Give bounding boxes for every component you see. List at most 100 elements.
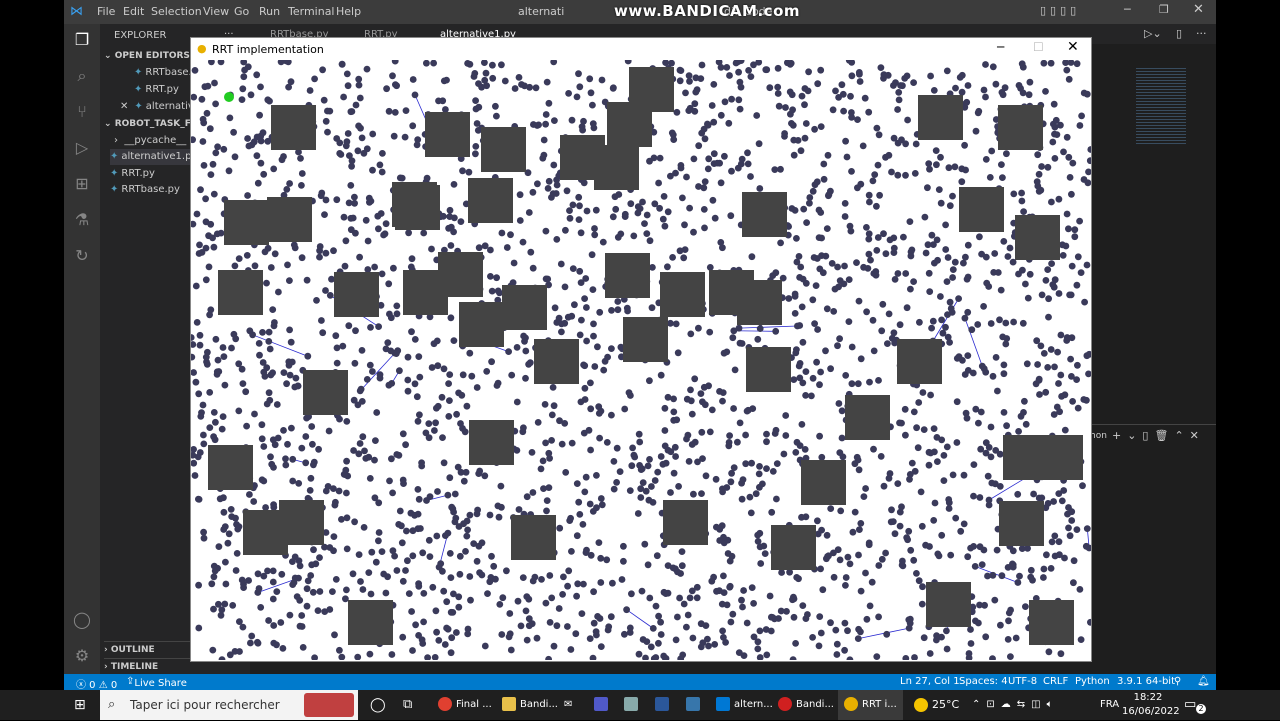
split-editor-icon[interactable]: ▯ xyxy=(1176,27,1182,40)
taskbar-app-vscode[interactable]: altern... xyxy=(716,690,773,720)
window-title-left: alternati xyxy=(518,5,565,18)
cortana-icon[interactable]: ◯ xyxy=(370,690,386,720)
python-file-icon: ✦ xyxy=(134,84,143,95)
obstacle xyxy=(926,582,971,627)
obstacle xyxy=(224,200,269,245)
rrt-window-title: RRT implementation xyxy=(212,43,324,56)
obstacle xyxy=(1029,600,1074,645)
taskbar-app-bandicam[interactable]: Bandi... xyxy=(778,690,834,720)
python-file-icon: ✦ xyxy=(134,101,143,112)
open-editors-label: OPEN EDITORS xyxy=(114,51,190,61)
testing-icon[interactable]: ⚗ xyxy=(72,210,92,230)
obstacle xyxy=(959,187,1004,232)
folder-label: __pycache__ xyxy=(124,135,187,146)
file-label: alternative1.py xyxy=(121,151,198,162)
menu-go[interactable]: Go xyxy=(234,5,249,18)
explorer-icon[interactable]: ❐ xyxy=(72,30,92,50)
extensions-icon[interactable]: ⊞ xyxy=(72,174,92,194)
obstacle xyxy=(481,127,526,172)
editor-minimap-area xyxy=(1088,44,1216,424)
indentation-status[interactable]: Spaces: 4 xyxy=(959,676,1008,687)
rrt-plot xyxy=(191,60,1091,660)
sun-icon xyxy=(914,698,928,712)
rrt-close-icon[interactable]: ✕ xyxy=(1067,39,1079,55)
system-tray-icons[interactable]: ⌃⊡☁⇆◫🔈︎ xyxy=(972,690,1059,720)
weather-icon[interactable]: 25°C xyxy=(914,690,959,720)
obstacle xyxy=(459,302,504,347)
encoding-status[interactable]: UTF-8 xyxy=(1008,676,1037,687)
language-status[interactable]: Python xyxy=(1075,676,1110,687)
live-share-icon[interactable]: ↻ xyxy=(72,246,92,266)
teams-icon[interactable] xyxy=(594,690,612,720)
obstacle xyxy=(1038,435,1083,480)
clock-time[interactable]: 18:22 xyxy=(1128,692,1168,703)
more-actions-icon[interactable]: ··· xyxy=(1196,27,1207,40)
obstacle xyxy=(425,112,470,157)
problems-status[interactable]: ⓧ 0 ⚠ 0 xyxy=(76,676,117,691)
taskbar-app-rrt[interactable]: RRT i... xyxy=(838,690,903,720)
eol-status[interactable]: CRLF xyxy=(1043,676,1068,687)
obstacle xyxy=(534,339,579,384)
search-icon[interactable]: ⌕ xyxy=(72,66,92,86)
notifications-icon[interactable]: 🔔︎ xyxy=(1197,676,1210,687)
feedback-icon[interactable]: ⚲ xyxy=(1174,676,1181,687)
python-file-icon: ✦ xyxy=(134,67,143,78)
run-file-icon[interactable]: ▷⌄ xyxy=(1144,27,1162,40)
panel-selector[interactable]: hon xyxy=(1090,431,1107,441)
menu-run[interactable]: Run xyxy=(259,5,280,18)
minimize-icon[interactable]: ─ xyxy=(1124,3,1131,16)
menu-terminal[interactable]: Terminal xyxy=(288,5,335,18)
activity-bar: ❐ ⌕ ⑂ ▷ ⊞ ⚗ ↻ ◯ ⚙ xyxy=(64,24,100,690)
obstacle xyxy=(663,500,708,545)
minimap[interactable] xyxy=(1136,66,1186,144)
drive-icon xyxy=(624,697,638,711)
search-highlight-image xyxy=(304,693,354,717)
menu-view[interactable]: View xyxy=(203,5,229,18)
settings-gear-icon[interactable]: ⚙ xyxy=(72,646,92,666)
obstacle xyxy=(660,272,705,317)
keyboard-language[interactable]: FRA xyxy=(1100,690,1119,720)
restore-icon[interactable]: ❐ xyxy=(1159,3,1169,16)
close-icon[interactable]: ✕ xyxy=(1193,2,1204,17)
file-label: RRT.py xyxy=(121,168,155,179)
rrt-minimize-icon[interactable]: ─ xyxy=(997,40,1004,54)
clock-date[interactable]: 16/06/2022 xyxy=(1122,706,1180,717)
menu-help[interactable]: Help xyxy=(336,5,361,18)
menu-edit[interactable]: Edit xyxy=(123,5,144,18)
windows-start-icon[interactable]: ⊞ xyxy=(74,690,86,720)
obstacle xyxy=(999,501,1044,546)
close-editor-icon[interactable]: ✕ xyxy=(120,101,128,112)
obstacle xyxy=(267,197,312,242)
status-bar: ⓧ 0 ⚠ 0 ⇪ Live Share Ln 27, Col 1 Spaces… xyxy=(64,674,1216,691)
live-share-label: Live Share xyxy=(134,678,187,689)
obstacle xyxy=(918,95,963,140)
python-icon[interactable] xyxy=(686,690,704,720)
taskbar-app-label: altern... xyxy=(734,699,773,710)
mail-icon[interactable]: ✉ xyxy=(564,690,572,720)
interpreter-status[interactable]: 3.9.1 64-bit xyxy=(1117,676,1175,687)
python-file-icon: ✦ xyxy=(110,168,119,179)
panel-actions-icons[interactable]: +⌄▯🗑⌃✕ xyxy=(1112,429,1205,442)
layout-toggle-icons[interactable]: ▯▯▯▯ xyxy=(1040,4,1080,17)
rrt-maximize-icon: ☐ xyxy=(1033,40,1044,54)
live-share-status[interactable]: ⇪ Live Share xyxy=(126,676,187,689)
rrt-canvas[interactable] xyxy=(191,60,1091,660)
cursor-position[interactable]: Ln 27, Col 1 xyxy=(900,676,960,687)
menu-selection[interactable]: Selection xyxy=(151,5,202,18)
run-debug-icon[interactable]: ▷ xyxy=(72,138,92,158)
source-control-icon[interactable]: ⑂ xyxy=(72,102,92,122)
task-view-icon[interactable]: ⧉ xyxy=(403,690,412,720)
notification-center-icon[interactable]: ▭ xyxy=(1184,690,1196,720)
obstacle xyxy=(511,515,556,560)
word-icon[interactable] xyxy=(655,690,673,720)
taskbar-app-chrome[interactable]: Final ... xyxy=(438,690,492,720)
files-icon[interactable] xyxy=(624,690,642,720)
taskbar-app-bandicam-folder[interactable]: Bandi... xyxy=(502,690,558,720)
open-editor-label: RRT.py xyxy=(145,84,179,95)
obstacle xyxy=(218,270,263,315)
taskbar-app-label: Bandi... xyxy=(520,699,558,710)
taskbar-app-label: Bandi... xyxy=(796,699,834,710)
menu-file[interactable]: File xyxy=(97,5,115,18)
taskbar-search[interactable]: ⌕ Taper ici pour rechercher xyxy=(100,690,358,720)
account-icon[interactable]: ◯ xyxy=(72,610,92,630)
